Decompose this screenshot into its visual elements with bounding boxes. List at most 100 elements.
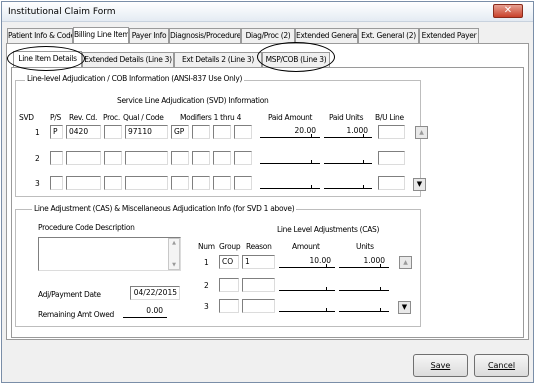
remaining-amount-owed-field[interactable]: 0.00 [123, 306, 167, 318]
adj-payment-date-field[interactable]: 04/22/2015 [130, 286, 180, 300]
cas-amount-value: 10.00 [309, 256, 331, 265]
cas-reason-field[interactable]: 1 [242, 255, 275, 269]
modifier-2-field[interactable] [192, 125, 210, 139]
cas-group-field[interactable] [219, 299, 239, 313]
cas-units-field[interactable] [339, 279, 389, 291]
cas-row-number: 2 [204, 281, 209, 290]
svd-row-number: 2 [35, 154, 40, 163]
col-header-bu-line: B/U Line [375, 113, 404, 122]
cas-amount-field[interactable] [279, 300, 335, 312]
proc-field[interactable] [104, 151, 122, 165]
tab-patient-info[interactable]: Patient Info & Codes [7, 28, 73, 43]
ps-field[interactable] [50, 151, 63, 165]
proc-field[interactable] [104, 176, 122, 190]
qual-code-field[interactable] [125, 151, 168, 165]
tab-payer-info[interactable]: Payer Info [129, 28, 169, 43]
modifier-4-field[interactable] [234, 125, 252, 139]
svd-row-number: 1 [35, 128, 40, 137]
modifier-3-field[interactable] [213, 176, 231, 190]
rev-code-field[interactable]: 0420 [66, 125, 101, 139]
save-label: Save [430, 361, 451, 370]
cas-scroll-up-button[interactable]: ▲ [399, 256, 412, 269]
bu-line-field[interactable] [378, 176, 405, 190]
scroll-up-icon: ▲ [172, 240, 176, 246]
qual-code-field[interactable] [125, 176, 168, 190]
col-header-qual-code: Qual / Code [123, 113, 164, 122]
remaining-amount-owed-label: Remaining Amt Owed [38, 310, 114, 319]
cas-reason-field[interactable] [242, 299, 275, 313]
modifier-3-field[interactable] [213, 125, 231, 139]
tab-diag-proc-2[interactable]: Diag/Proc (2) [241, 28, 295, 43]
cas-reason-field[interactable] [242, 278, 275, 292]
cas-amount-field[interactable]: 10.00 [279, 256, 335, 268]
cas-col-header-units: Units [356, 242, 374, 251]
cancel-button[interactable]: Cancel [474, 354, 529, 377]
col-header-proc: Proc. [103, 113, 120, 122]
modifier-1-field[interactable] [171, 151, 189, 165]
cas-units-field[interactable]: 1.000 [339, 256, 389, 268]
bu-line-field[interactable] [378, 125, 405, 139]
paid-amount-field[interactable]: 20.00 [260, 126, 320, 138]
cas-units-field[interactable] [339, 300, 389, 312]
proc-field[interactable] [104, 125, 122, 139]
paid-amount-value: 20.00 [294, 126, 316, 135]
modifier-2-field[interactable] [192, 176, 210, 190]
svd-section-title: Service Line Adjudication (SVD) Informat… [117, 96, 269, 105]
cas-col-header-reason: Reason [246, 242, 272, 251]
modifier-1-field[interactable] [171, 176, 189, 190]
tab-extended-general[interactable]: Extended General [295, 28, 358, 43]
paid-units-field[interactable] [324, 152, 372, 164]
tab-extended-payer[interactable]: Extended Payer [419, 28, 479, 43]
adj-payment-date-label: Adj/Payment Date [38, 290, 101, 299]
bu-line-field[interactable] [378, 151, 405, 165]
subtab-line-item-details[interactable]: Line Item Details [13, 51, 82, 67]
subtab-ext-details-2[interactable]: Ext Details 2 (Line 3) [174, 52, 262, 67]
cas-col-header-amount: Amount [292, 242, 320, 251]
ps-field[interactable]: P [50, 125, 63, 139]
title-bar: Institutional Claim Form ✕ [2, 2, 533, 22]
modifier-2-field[interactable] [192, 151, 210, 165]
cas-units-value: 1.000 [363, 256, 385, 265]
window-title: Institutional Claim Form [8, 7, 116, 17]
tab-diagnosis-procedure[interactable]: Diagnosis/Procedure [169, 28, 241, 43]
paid-units-value: 1.000 [346, 126, 368, 135]
col-header-paid-units: Paid Units [329, 113, 364, 122]
cas-col-header-num: Num [198, 242, 215, 251]
modifier-4-field[interactable] [234, 176, 252, 190]
cas-amount-field[interactable] [279, 279, 335, 291]
line-level-group-title: Line-level Adjudication / COB Informatio… [25, 74, 245, 83]
rev-code-field[interactable] [66, 151, 101, 165]
tab-ext-general-2[interactable]: Ext. General (2) [358, 28, 419, 43]
ps-field[interactable] [50, 176, 63, 190]
procedure-description-field[interactable] [38, 237, 181, 271]
paid-units-field[interactable] [324, 177, 372, 189]
paid-amount-field[interactable] [260, 177, 320, 189]
modifier-1-field[interactable]: GP [171, 125, 189, 139]
remaining-amount-owed-value: 0.00 [146, 306, 163, 315]
cas-group-title: Line Adjustment (CAS) & Miscellaneous Ad… [32, 204, 297, 213]
description-scrollbar[interactable]: ▲ ▼ [168, 238, 180, 270]
col-header-modifiers: Modifiers 1 thru 4 [180, 113, 242, 122]
paid-units-field[interactable]: 1.000 [324, 126, 372, 138]
scroll-down-icon: ▼ [172, 262, 176, 268]
modifier-4-field[interactable] [234, 151, 252, 165]
col-header-paid-amount: Paid Amount [268, 113, 313, 122]
cas-scroll-down-button[interactable]: ▼ [398, 301, 411, 314]
cas-group-field[interactable] [219, 278, 239, 292]
cas-adjustments-title: Line Level Adjustments (CAS) [277, 225, 380, 234]
col-header-svd: SVD [19, 113, 34, 122]
close-button[interactable]: ✕ [493, 4, 523, 18]
save-button[interactable]: Save [413, 354, 468, 377]
cancel-label: Cancel [487, 361, 516, 370]
qual-code-field[interactable]: 97110 [125, 125, 168, 139]
tab-billing-line-items[interactable]: Billing Line Items [73, 27, 129, 43]
paid-amount-field[interactable] [260, 152, 320, 164]
subtab-extended-details[interactable]: Extended Details (Line 3) [82, 52, 174, 67]
scroll-down-button[interactable]: ▼ [413, 178, 426, 191]
subtab-msp-cob[interactable]: MSP/COB (Line 3) [262, 52, 330, 67]
cas-group-field[interactable]: CO [219, 255, 239, 269]
rev-code-field[interactable] [66, 176, 101, 190]
modifier-3-field[interactable] [213, 151, 231, 165]
scroll-up-button[interactable]: ▲ [415, 126, 428, 139]
cas-col-header-group: Group [219, 242, 241, 251]
